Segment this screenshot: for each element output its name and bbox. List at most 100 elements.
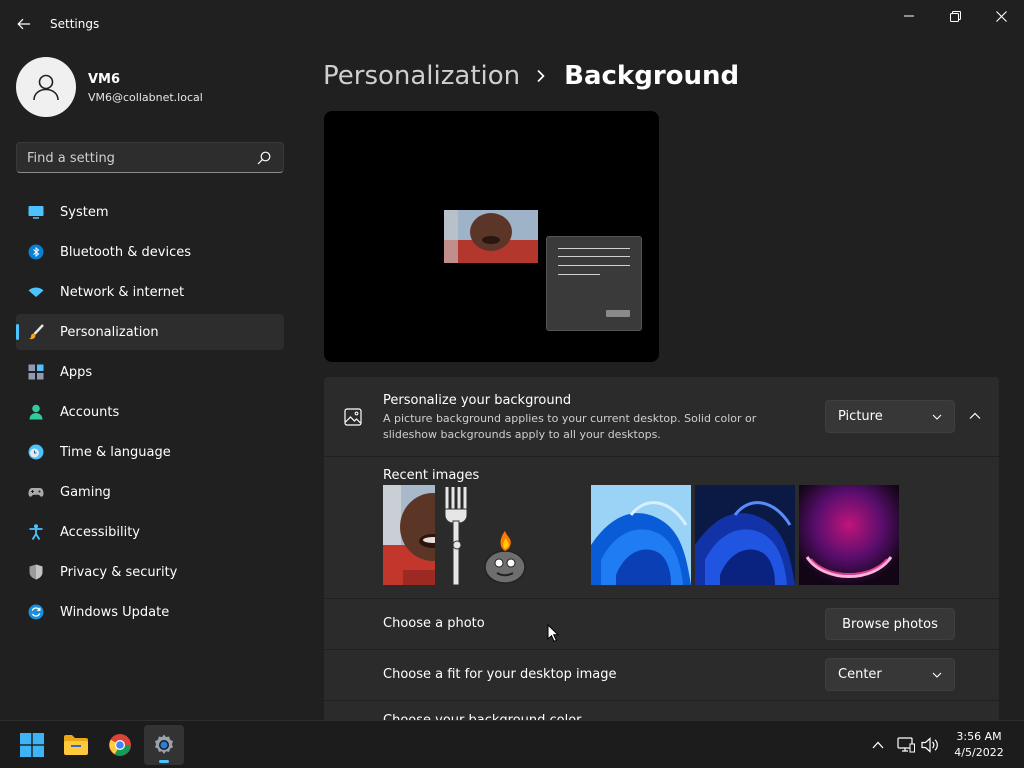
choose-photo-row: Choose a photo Browse photos bbox=[324, 599, 999, 649]
page-title: Background bbox=[564, 61, 740, 91]
sidebar-item-accounts[interactable]: Accounts bbox=[16, 394, 284, 430]
preview-window-button bbox=[606, 310, 630, 317]
file-explorer-button[interactable] bbox=[56, 725, 96, 765]
breadcrumb: Personalization Background bbox=[323, 58, 739, 94]
sidebar-item-gaming[interactable]: Gaming bbox=[16, 474, 284, 510]
recent-image-fork-cartoon[interactable] bbox=[435, 485, 535, 585]
close-button[interactable] bbox=[978, 4, 1024, 28]
wifi-icon bbox=[28, 284, 44, 300]
preview-window-line bbox=[558, 256, 630, 257]
sidebar-item-system[interactable]: System bbox=[16, 194, 284, 230]
breadcrumb-chevron-icon bbox=[536, 69, 548, 83]
choose-photo-label: Choose a photo bbox=[383, 616, 485, 631]
choose-fit-label: Choose a fit for your desktop image bbox=[383, 667, 617, 682]
background-color-row: Choose your background color bbox=[324, 701, 999, 721]
sidebar-item-personalization[interactable]: Personalization bbox=[16, 314, 284, 350]
sidebar-item-label: Accounts bbox=[60, 404, 120, 420]
network-icon bbox=[897, 737, 915, 753]
choose-fit-row: Choose a fit for your desktop image Cent… bbox=[324, 650, 999, 700]
recent-image-purple-glow[interactable] bbox=[799, 485, 899, 585]
taskbar-clock[interactable]: 3:56 AM 4/5/2022 bbox=[944, 729, 1014, 761]
settings-taskbar-button[interactable] bbox=[144, 725, 184, 765]
chrome-button[interactable] bbox=[100, 725, 140, 765]
sidebar-item-label: Accessibility bbox=[60, 524, 140, 540]
accounts-icon bbox=[28, 404, 44, 420]
back-arrow-icon bbox=[17, 18, 30, 30]
system-icon bbox=[28, 204, 44, 220]
background-type-dropdown[interactable]: Picture bbox=[825, 400, 955, 433]
update-icon bbox=[28, 604, 44, 620]
sidebar-item-accessibility[interactable]: Accessibility bbox=[16, 514, 284, 550]
folder-icon bbox=[64, 735, 88, 755]
apps-icon bbox=[28, 364, 44, 380]
recent-image-bloom-dark-blue[interactable] bbox=[695, 485, 795, 585]
network-tray-button[interactable] bbox=[896, 735, 916, 755]
sidebar-item-bluetooth[interactable]: Bluetooth & devices bbox=[16, 234, 284, 270]
back-button[interactable] bbox=[12, 12, 36, 36]
personalize-background-card: Personalize your background A picture ba… bbox=[324, 377, 999, 456]
image-icon bbox=[344, 408, 362, 426]
avatar[interactable] bbox=[16, 57, 76, 117]
sidebar-item-label: System bbox=[60, 204, 109, 220]
title-bar: Settings bbox=[0, 0, 1024, 48]
preview-wallpaper-image bbox=[444, 210, 538, 263]
recent-images-section: Recent images bbox=[324, 457, 999, 598]
gear-icon bbox=[155, 734, 173, 754]
preview-window-line bbox=[558, 248, 630, 249]
sidebar-item-network[interactable]: Network & internet bbox=[16, 274, 284, 310]
sidebar-item-label: Bluetooth & devices bbox=[60, 244, 191, 260]
user-name: VM6 bbox=[88, 72, 121, 87]
chevron-up-icon bbox=[969, 412, 981, 419]
fit-dropdown[interactable]: Center bbox=[825, 658, 955, 691]
personalize-background-title: Personalize your background bbox=[383, 393, 572, 408]
browse-photos-button[interactable]: Browse photos bbox=[825, 608, 955, 640]
collapse-button[interactable] bbox=[964, 405, 986, 427]
minimize-icon bbox=[904, 15, 914, 17]
sidebar-item-label: Personalization bbox=[60, 324, 159, 340]
personalize-background-description: A picture background applies to your cur… bbox=[383, 412, 757, 441]
start-button[interactable] bbox=[12, 725, 52, 765]
sidebar-item-label: Privacy & security bbox=[60, 564, 178, 580]
restore-button[interactable] bbox=[932, 4, 978, 28]
app-title: Settings bbox=[50, 17, 100, 31]
preview-window-line bbox=[558, 274, 600, 275]
background-type-value: Picture bbox=[838, 409, 883, 424]
search-icon[interactable] bbox=[257, 151, 271, 165]
search-box[interactable] bbox=[16, 142, 284, 173]
minimize-button[interactable] bbox=[886, 4, 932, 28]
sidebar-item-label: Gaming bbox=[60, 484, 111, 500]
clock-globe-icon bbox=[28, 444, 44, 460]
sidebar-item-label: Network & internet bbox=[60, 284, 185, 300]
recent-image-bloom-light-blue[interactable] bbox=[591, 485, 691, 585]
brush-icon bbox=[28, 324, 44, 340]
accessibility-icon bbox=[28, 524, 44, 540]
clock-time: 3:56 AM bbox=[956, 730, 1002, 743]
shield-icon bbox=[28, 564, 44, 580]
search-input[interactable] bbox=[27, 149, 247, 167]
sidebar-item-time-language[interactable]: Time & language bbox=[16, 434, 284, 470]
fit-value: Center bbox=[838, 667, 882, 682]
volume-icon bbox=[921, 737, 938, 753]
sidebar-item-apps[interactable]: Apps bbox=[16, 354, 284, 390]
clock-date: 4/5/2022 bbox=[954, 746, 1004, 759]
sidebar-item-privacy-security[interactable]: Privacy & security bbox=[16, 554, 284, 590]
show-hidden-icons-button[interactable] bbox=[868, 735, 888, 755]
restore-icon bbox=[949, 10, 961, 22]
sidebar-item-label: Apps bbox=[60, 364, 93, 380]
user-icon bbox=[33, 74, 59, 101]
sidebar-item-label: Windows Update bbox=[60, 604, 170, 620]
desktop-preview bbox=[324, 111, 659, 362]
user-email: VM6@collabnet.local bbox=[88, 91, 203, 104]
recent-images-label: Recent images bbox=[383, 468, 480, 483]
windows-logo-icon bbox=[20, 733, 44, 757]
close-icon bbox=[995, 10, 1007, 22]
mouse-cursor-icon bbox=[547, 624, 559, 642]
sidebar-item-windows-update[interactable]: Windows Update bbox=[16, 594, 284, 630]
volume-tray-button[interactable] bbox=[920, 735, 940, 755]
chevron-down-icon bbox=[932, 672, 942, 678]
chevron-down-icon bbox=[932, 414, 942, 420]
bluetooth-icon bbox=[28, 244, 44, 260]
sidebar-nav: System Bluetooth & devices Network & int… bbox=[16, 194, 284, 634]
breadcrumb-parent[interactable]: Personalization bbox=[323, 61, 520, 91]
gamepad-icon bbox=[28, 484, 44, 500]
